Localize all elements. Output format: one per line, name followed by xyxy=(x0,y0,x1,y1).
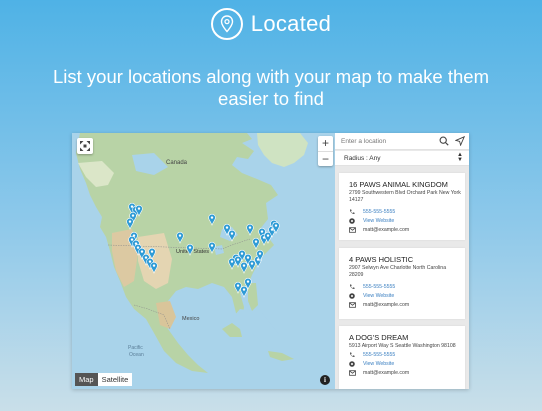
website-row: View Website xyxy=(347,292,394,300)
phone-link[interactable]: 555-555-5555 xyxy=(363,284,395,290)
envelope-icon xyxy=(347,302,357,308)
map-marker-dot xyxy=(131,214,135,217)
map-marker-dot xyxy=(258,252,262,255)
email-text: matt@example.com xyxy=(363,227,410,233)
store-locator-widget: Canada United States Mexico Pacific Ocea… xyxy=(72,133,469,389)
website-link[interactable]: View Website xyxy=(363,218,394,224)
location-card[interactable]: A DOG'S DREAM 5913 Airport Way S Seattle… xyxy=(339,326,465,389)
map-marker-dot xyxy=(246,256,250,259)
map-marker-dot xyxy=(137,207,141,210)
globe-icon xyxy=(347,293,357,299)
location-address: 5913 Airport Way S Seattle Washington 98… xyxy=(349,343,456,349)
locations-panel: Radius : Any ▲▼ 16 PAWS ANIMAL KINGDOM 2… xyxy=(335,133,469,389)
email-row: matt@example.com xyxy=(347,369,409,377)
envelope-icon xyxy=(347,370,357,376)
map-label-pacific: Pacific xyxy=(128,345,143,351)
map-marker-dot xyxy=(136,246,140,249)
map-marker-dot xyxy=(150,250,154,253)
location-name: 16 PAWS ANIMAL KINGDOM xyxy=(349,180,448,189)
map-terrain: Canada United States Mexico Pacific Ocea… xyxy=(72,133,335,389)
map-marker-dot xyxy=(152,264,156,267)
phone-row: 555-555-5555 xyxy=(347,351,395,359)
map-marker-dot xyxy=(178,234,182,237)
email-row: matt@example.com xyxy=(347,301,409,309)
globe-icon xyxy=(347,218,357,224)
map-marker-dot xyxy=(144,256,148,259)
map-marker-dot xyxy=(242,264,246,267)
current-location-icon[interactable] xyxy=(455,136,465,146)
email-text: matt@example.com xyxy=(363,370,410,376)
map-marker-dot xyxy=(240,252,244,255)
location-name: A DOG'S DREAM xyxy=(349,333,409,342)
zoom-out-button[interactable]: − xyxy=(318,151,333,166)
map-marker-dot xyxy=(236,258,240,261)
map-marker-dot xyxy=(266,234,270,237)
website-row: View Website xyxy=(347,217,394,225)
map-marker-dot xyxy=(130,238,134,241)
location-address: 2799 Southwestern Blvd Orchard Park New … xyxy=(349,190,461,204)
phone-icon xyxy=(347,284,357,290)
location-card[interactable]: 16 PAWS ANIMAL KINGDOM 2799 Southwestern… xyxy=(339,173,465,240)
email-row: matt@example.com xyxy=(347,226,409,234)
map-marker-dot xyxy=(128,220,132,223)
location-card[interactable]: 4 PAWS HOLISTIC 2907 Selwyn Ave Charlott… xyxy=(339,248,465,319)
email-text: matt@example.com xyxy=(363,302,410,308)
map-marker-dot xyxy=(274,224,278,227)
brand-header: Located xyxy=(0,8,542,40)
zoom-in-button[interactable]: + xyxy=(318,136,333,151)
phone-link[interactable]: 555-555-5555 xyxy=(363,209,395,215)
globe-icon xyxy=(347,361,357,367)
map-marker-dot xyxy=(254,240,258,243)
map-marker-dot xyxy=(236,284,240,287)
zoom-control: + − xyxy=(318,136,333,166)
map-label-mexico: Mexico xyxy=(182,316,199,322)
location-name: 4 PAWS HOLISTIC xyxy=(349,255,414,264)
map-type-satellite-button[interactable]: Satellite xyxy=(97,373,133,386)
map-marker-dot xyxy=(140,250,144,253)
map-label-canada: Canada xyxy=(166,160,188,166)
map-marker-dot xyxy=(230,260,234,263)
map-marker-dot xyxy=(248,226,252,229)
map-pin-logo-icon xyxy=(210,8,243,40)
headline: List your locations along with your map … xyxy=(53,66,489,109)
envelope-icon xyxy=(347,227,357,233)
fullscreen-icon xyxy=(80,141,90,151)
search-icon[interactable] xyxy=(439,136,449,146)
phone-row: 555-555-5555 xyxy=(347,208,395,216)
map-type-map-button[interactable]: Map xyxy=(75,373,98,386)
phone-link[interactable]: 555-555-5555 xyxy=(363,352,395,358)
radius-select[interactable]: Radius : Any ▲ ▼ xyxy=(335,151,469,166)
website-link[interactable]: View Website xyxy=(363,361,394,367)
brand-title: Located xyxy=(250,11,332,36)
map-view[interactable]: Canada United States Mexico Pacific Ocea… xyxy=(72,133,335,389)
map-marker-dot xyxy=(246,280,250,283)
map-marker-dot xyxy=(230,232,234,235)
map-marker-dot xyxy=(210,216,214,219)
select-caret-icon: ▲ ▼ xyxy=(457,152,463,163)
phone-icon xyxy=(347,352,357,358)
fullscreen-button[interactable] xyxy=(77,138,93,154)
map-marker-dot xyxy=(148,260,152,263)
location-address: 2907 Selwyn Ave Charlotte North Carolina… xyxy=(349,265,447,279)
map-marker-dot xyxy=(242,288,246,291)
phone-row: 555-555-5555 xyxy=(347,283,395,291)
map-marker-dot xyxy=(260,230,264,233)
map-marker-dot xyxy=(210,244,214,247)
phone-icon xyxy=(347,209,357,215)
radius-select-value: Radius : Any xyxy=(344,155,381,162)
website-row: View Website xyxy=(347,360,394,368)
website-link[interactable]: View Website xyxy=(363,293,394,299)
map-marker-dot xyxy=(188,246,192,249)
map-type-control: Map Satellite xyxy=(75,373,133,386)
map-marker-dot xyxy=(250,262,254,265)
map-label-ocean: Ocean xyxy=(129,352,144,358)
map-info-button[interactable]: i xyxy=(320,375,330,385)
location-search-input[interactable] xyxy=(341,136,431,147)
search-bar xyxy=(335,133,469,150)
map-marker-dot xyxy=(225,226,229,229)
